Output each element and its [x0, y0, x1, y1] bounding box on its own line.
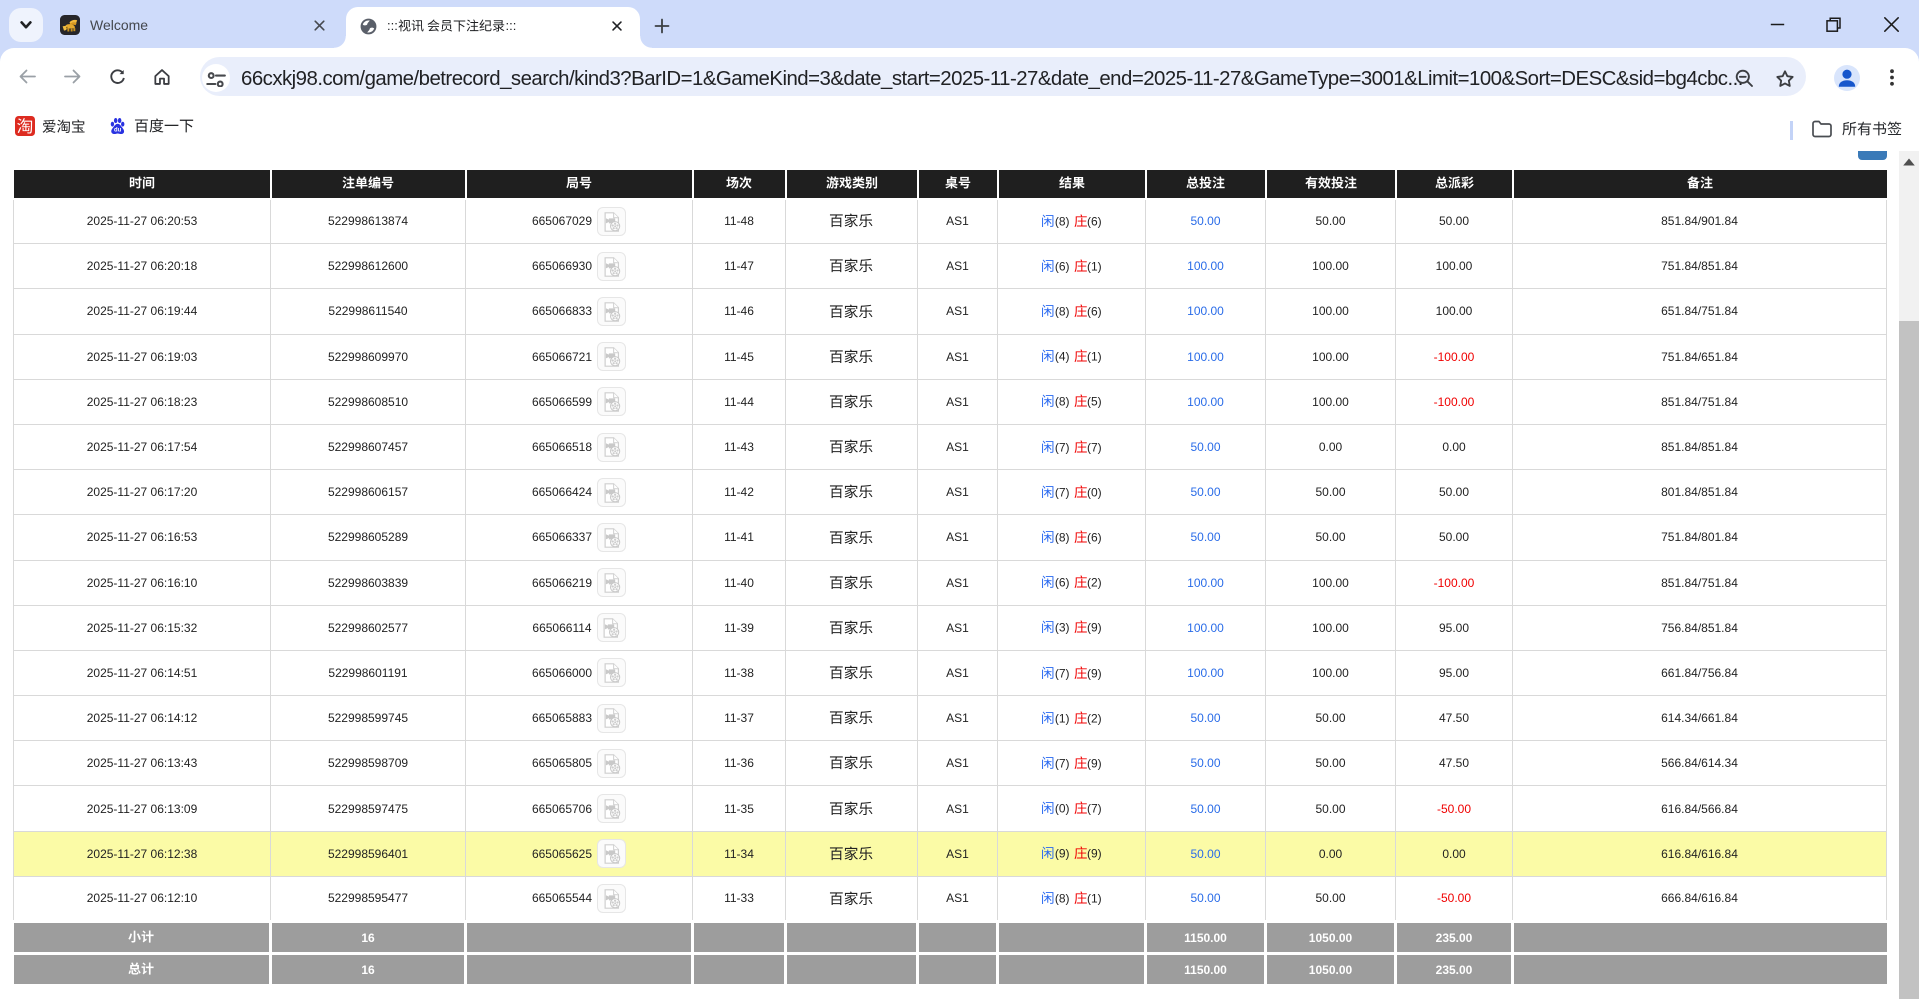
svg-text:du: du [114, 127, 122, 133]
